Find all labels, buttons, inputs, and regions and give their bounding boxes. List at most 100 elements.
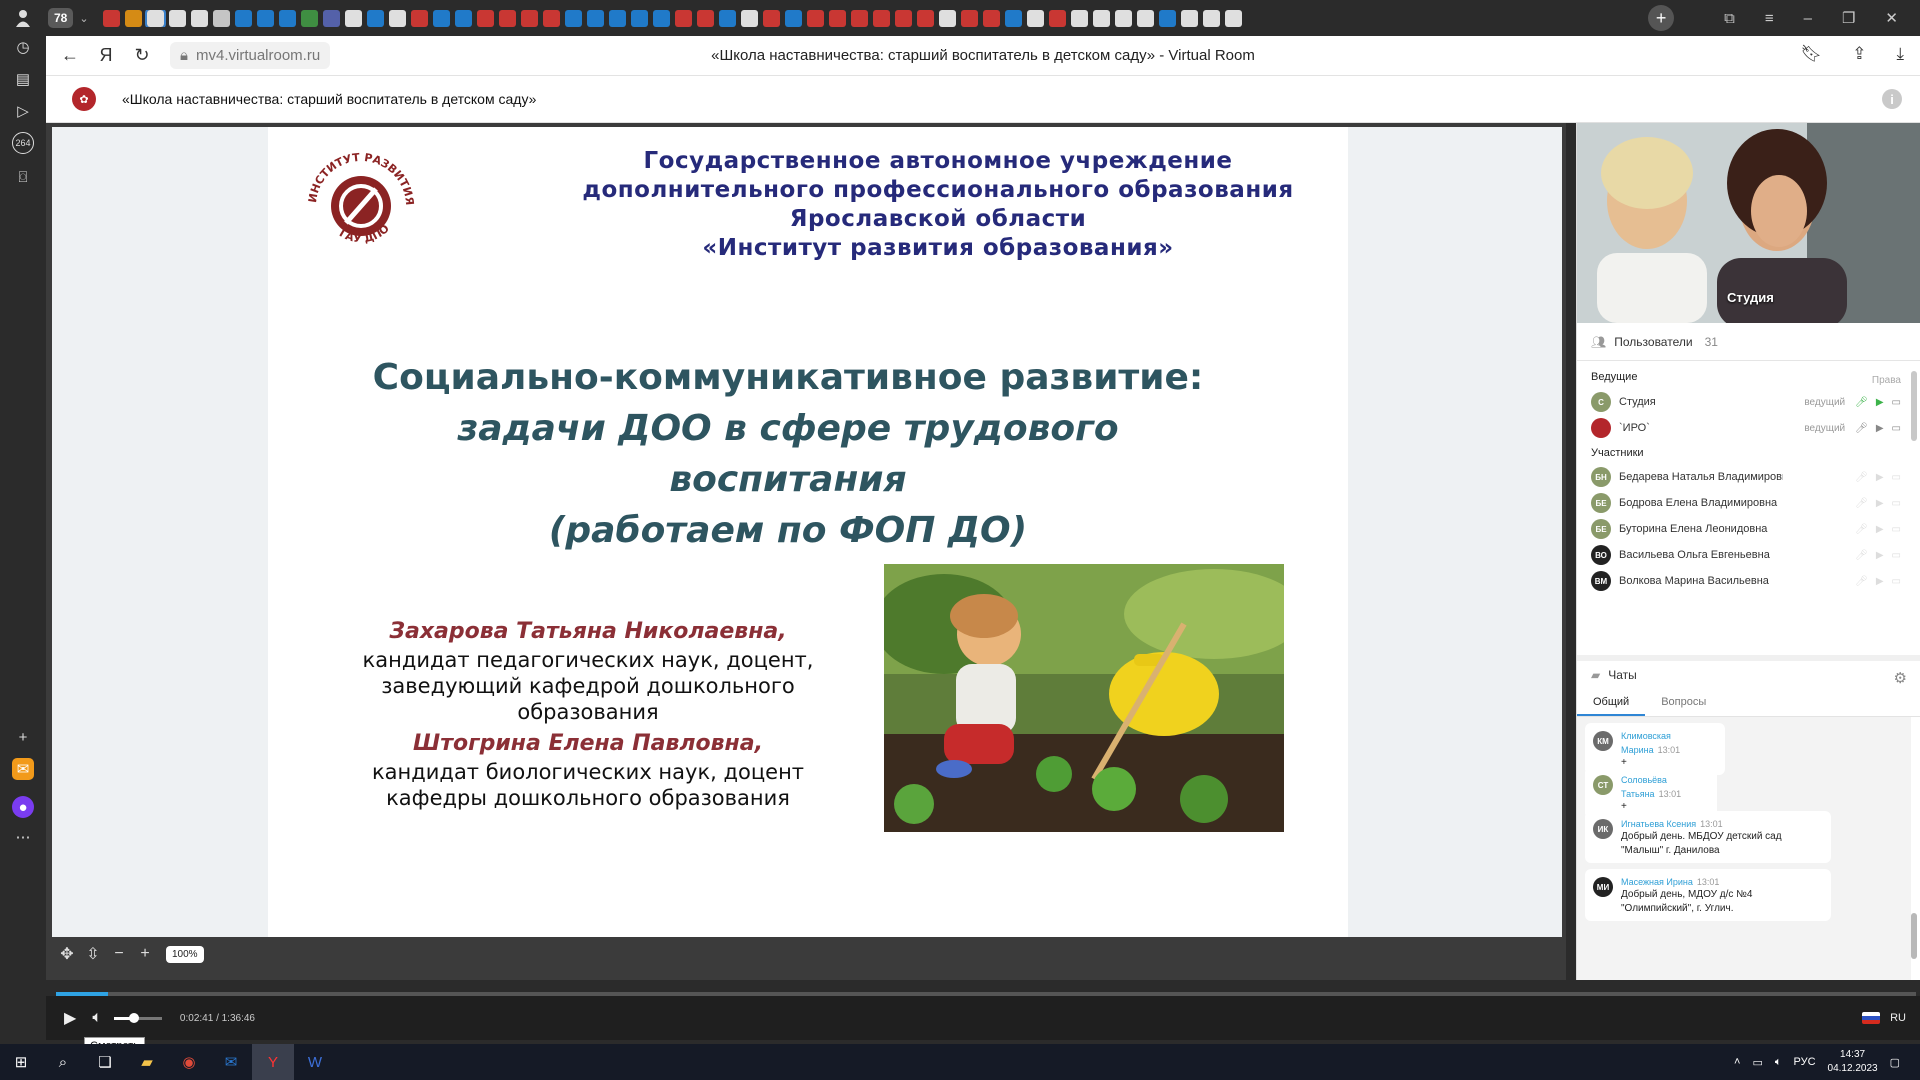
participant-row[interactable]: БЕ Бодрова Елена Владимировна 🎤︎ ▶ ▭: [1591, 490, 1901, 516]
tab-favicon[interactable]: [1224, 9, 1242, 27]
restore-button[interactable]: ❐: [1842, 9, 1855, 27]
tab-favicon[interactable]: [740, 9, 758, 27]
camera-icon[interactable]: ▶: [1876, 498, 1884, 509]
share-icon[interactable]: ⇪: [1852, 44, 1866, 64]
tab-favicon[interactable]: [982, 9, 1000, 27]
screen-icon[interactable]: ▭: [1892, 498, 1901, 509]
tab-questions[interactable]: Вопросы: [1645, 689, 1722, 716]
participant-row[interactable]: ВО Васильева Ольга Евгеньевна 🎤︎ ▶ ▭: [1591, 542, 1901, 568]
mic-icon[interactable]: 🎤︎: [1855, 576, 1868, 587]
alice-icon[interactable]: ●: [12, 796, 34, 818]
language-label[interactable]: RU: [1890, 1012, 1906, 1024]
input-language[interactable]: РУС: [1794, 1056, 1816, 1068]
tab-favicon[interactable]: [696, 9, 714, 27]
users-scrollbar[interactable]: [1910, 361, 1918, 646]
volume-handle[interactable]: [129, 1012, 140, 1023]
screen-icon[interactable]: ▭: [1892, 472, 1901, 483]
tab-favicon[interactable]: [344, 9, 362, 27]
video-feed[interactable]: Студия: [1577, 123, 1920, 323]
outlook-icon[interactable]: ✉: [210, 1044, 252, 1080]
tab-favicon[interactable]: [212, 9, 230, 27]
search-icon[interactable]: ⌕: [42, 1044, 84, 1080]
tab-favicon[interactable]: [1048, 9, 1066, 27]
network-icon[interactable]: ▭: [1752, 1056, 1762, 1069]
tab-favicon[interactable]: [828, 9, 846, 27]
tab-favicon[interactable]: [586, 9, 604, 27]
tab-favicon[interactable]: [322, 9, 340, 27]
yandex-browser-icon[interactable]: Y: [252, 1044, 294, 1080]
tab-favicon[interactable]: [1158, 9, 1176, 27]
yandex-icon[interactable]: Я: [88, 45, 124, 66]
notification-badge[interactable]: 264: [12, 132, 34, 154]
tab-favicon[interactable]: [916, 9, 934, 27]
close-window-button[interactable]: ✕: [1885, 9, 1898, 27]
notifications-icon[interactable]: ▢: [1890, 1056, 1900, 1069]
camera-icon[interactable]: ⌼: [12, 166, 34, 188]
clock[interactable]: 14:37 04.12.2023: [1828, 1048, 1878, 1076]
address-bar[interactable]: 🔒︎ mv4.virtualroom.ru: [170, 42, 331, 69]
tab-general[interactable]: Общий: [1577, 689, 1646, 716]
screen-icon[interactable]: ▭: [1892, 397, 1901, 408]
tab-favicon[interactable]: [278, 9, 296, 27]
host-row[interactable]: `ИРО` ведущий 🎤︎ ▶ ▭: [1591, 415, 1901, 441]
tab-favicon[interactable]: [652, 9, 670, 27]
camera-icon[interactable]: ▶: [1876, 472, 1884, 483]
tab-favicon[interactable]: [1026, 9, 1044, 27]
tab-favicon[interactable]: [498, 9, 516, 27]
zoom-level[interactable]: 100%: [166, 945, 204, 963]
windows-start-icon[interactable]: ⊞: [0, 1044, 42, 1080]
more-icon[interactable]: ⋯: [12, 826, 34, 848]
tab-favicon[interactable]: [564, 9, 582, 27]
mic-icon[interactable]: 🎤︎: [1855, 472, 1868, 483]
move-icon[interactable]: ✥: [58, 944, 76, 964]
camera-icon[interactable]: ▶: [1876, 550, 1884, 561]
camera-icon[interactable]: ▶: [1876, 397, 1884, 408]
tab-manager-icon[interactable]: ⧉: [1724, 10, 1735, 27]
volume-icon[interactable]: 🔈︎: [92, 1009, 102, 1027]
menu-icon[interactable]: ≡: [1765, 10, 1774, 27]
tab-favicon[interactable]: [1202, 9, 1220, 27]
screen-icon[interactable]: ▭: [1892, 423, 1901, 434]
tab-favicon[interactable]: [1004, 9, 1022, 27]
speaker-icon[interactable]: 🔈︎: [1775, 1056, 1782, 1069]
play-icon[interactable]: ▷: [12, 100, 34, 122]
camera-icon[interactable]: ▶: [1876, 524, 1884, 535]
tab-favicons[interactable]: [102, 9, 1649, 27]
tab-favicon[interactable]: [124, 9, 142, 27]
tab-favicon[interactable]: [806, 9, 824, 27]
zoom-in-button[interactable]: +: [136, 945, 154, 963]
profile-icon[interactable]: [0, 0, 46, 36]
tab-favicon[interactable]: [1114, 9, 1132, 27]
tab-favicon[interactable]: [718, 9, 736, 27]
users-header[interactable]: 👥︎ Пользователи 31: [1577, 323, 1920, 361]
tab-favicon[interactable]: [938, 9, 956, 27]
history-icon[interactable]: ◷: [12, 36, 34, 58]
host-row[interactable]: С Студия ведущий 🎤︎ ▶ ▭: [1591, 389, 1901, 415]
mic-icon[interactable]: 🎤︎: [1855, 498, 1868, 509]
add-icon[interactable]: +: [12, 726, 34, 748]
tab-favicon[interactable]: [784, 9, 802, 27]
tab-favicon[interactable]: [366, 9, 384, 27]
tab-favicon[interactable]: [872, 9, 890, 27]
tab-favicon[interactable]: [300, 9, 318, 27]
screen-icon[interactable]: ▭: [1892, 550, 1901, 561]
screen-icon[interactable]: ▭: [1892, 524, 1901, 535]
collections-icon[interactable]: ▤: [12, 68, 34, 90]
tab-favicon[interactable]: [520, 9, 538, 27]
tab-favicon[interactable]: [630, 9, 648, 27]
russian-flag-icon[interactable]: [1862, 1012, 1881, 1024]
info-icon[interactable]: i: [1882, 89, 1902, 109]
tab-favicon[interactable]: [1070, 9, 1088, 27]
mic-icon[interactable]: 🎤︎: [1855, 423, 1868, 434]
tab-favicon[interactable]: [144, 9, 166, 27]
tab-favicon[interactable]: [432, 9, 450, 27]
tab-favicon[interactable]: [762, 9, 780, 27]
word-icon[interactable]: W: [294, 1044, 336, 1080]
bookmark-icon[interactable]: 🔖︎: [1801, 44, 1823, 64]
reload-button[interactable]: ↻: [124, 45, 160, 66]
tab-count-badge[interactable]: 78: [48, 8, 74, 28]
mic-icon[interactable]: 🎤︎: [1855, 397, 1868, 408]
message-author[interactable]: Игнатьева Ксения: [1621, 819, 1696, 829]
download-icon[interactable]: ⤓: [1896, 44, 1904, 64]
camera-icon[interactable]: ▶: [1876, 423, 1884, 434]
